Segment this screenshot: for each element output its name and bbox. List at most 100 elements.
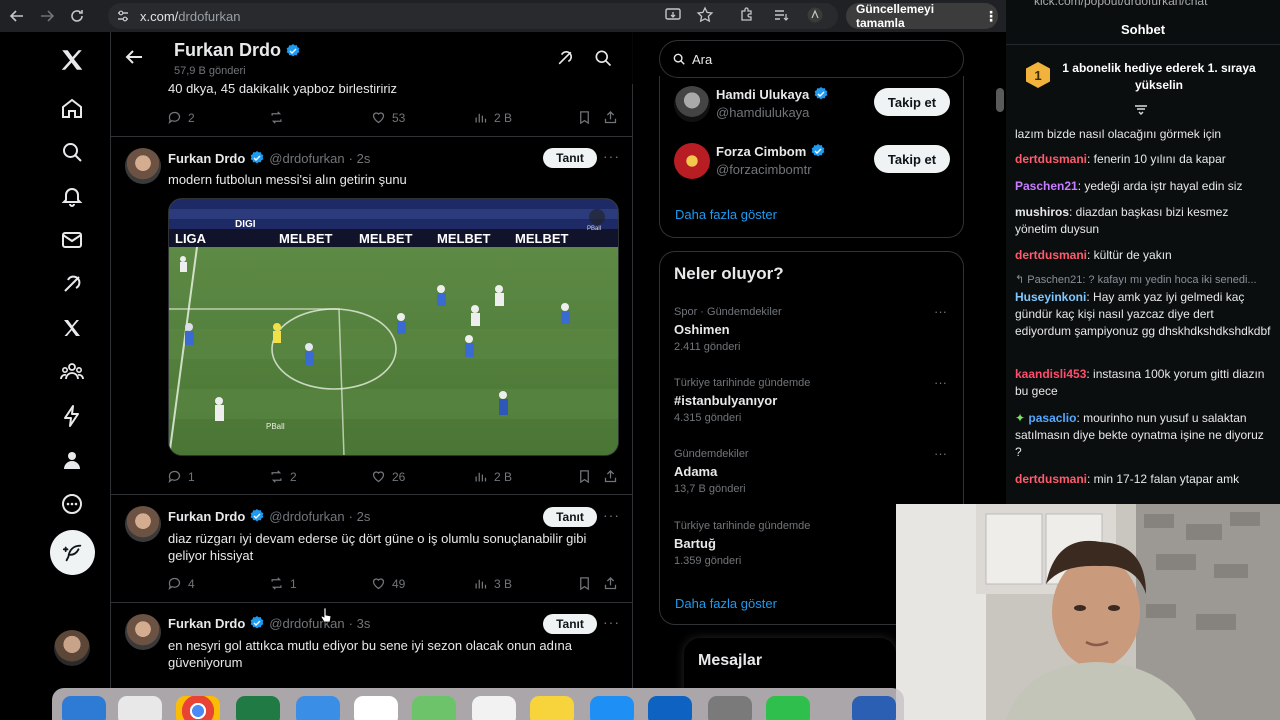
forward-button[interactable] [34,3,60,29]
x-logo-icon[interactable] [56,44,88,76]
back-arrow-icon[interactable] [123,46,145,73]
chat-message[interactable]: dertdusmani: fenerin 10 yılını da kapar [1015,151,1273,168]
chat-username[interactable]: Paschen21 [1015,179,1078,193]
share-action[interactable] [603,576,618,591]
gift-sub-banner[interactable]: 1 1 abonelik hediye ederek 1. sıraya yük… [1016,52,1270,102]
chat-username[interactable]: kaandisli453 [1015,367,1086,381]
repost-action[interactable]: 2 [269,469,297,484]
explore-search-icon[interactable] [56,136,88,168]
messages-drawer[interactable]: Mesajlar [684,638,896,688]
chat-username[interactable]: Huseyinkoni [1015,290,1086,304]
app-store-icon[interactable] [590,696,634,720]
share-action[interactable] [603,469,618,484]
search-input[interactable]: Ara [659,40,964,78]
more-circle-icon[interactable] [56,488,88,520]
profile-icon[interactable] [806,6,824,24]
maps-icon[interactable] [412,696,456,720]
more-options-icon[interactable]: ··· [603,507,620,523]
chat-username[interactable]: dertdusmani [1015,152,1087,166]
word-icon[interactable] [852,696,896,720]
tweet-avatar[interactable] [125,148,161,184]
finder-icon[interactable] [62,696,106,720]
repost-action[interactable] [269,110,284,125]
follow-suggestion[interactable]: Hamdi Ulukaya @hamdiulukaya Takip et [674,86,954,126]
reply-action[interactable]: 2 [167,110,195,125]
more-options-icon[interactable]: ··· [603,148,620,164]
follow-button[interactable]: Takip et [874,145,950,173]
tweet-author-name[interactable]: Furkan Drdo [168,509,245,524]
tweet-avatar[interactable] [125,614,161,650]
chat-message[interactable]: ↰ Paschen21: ? kafayı mı yedin hoca iki … [1015,272,1273,340]
chat-username[interactable]: dertdusmani [1015,248,1087,262]
user-name[interactable]: Forza Cimbom [716,143,826,159]
share-action[interactable] [603,110,618,125]
grok-icon[interactable] [56,268,88,300]
views-action[interactable]: 2 B [473,469,512,484]
extensions-icon[interactable] [738,6,756,24]
like-action[interactable]: 53 [371,110,405,125]
chat-username[interactable]: mushiros [1015,205,1069,219]
mail-icon[interactable] [296,696,340,720]
chat-message[interactable]: kaandisli453: instasına 100k yorum gitti… [1015,366,1273,400]
calendar-icon[interactable] [354,696,398,720]
chat-message[interactable]: dertdusmani: min 17-12 falan ytapar amk [1015,471,1273,488]
user-avatar[interactable] [674,86,710,122]
bookmark-star-icon[interactable] [696,6,714,24]
more-options-icon[interactable]: ··· [603,614,620,630]
views-action[interactable]: 3 B [473,576,512,591]
premium-x-icon[interactable] [56,312,88,344]
repost-action[interactable]: 1 [269,576,297,591]
outlook-icon[interactable] [648,696,692,720]
search-profile-icon[interactable] [593,48,613,73]
show-more-link[interactable]: Daha fazla göster [675,596,777,611]
like-action[interactable]: 26 [371,469,405,484]
follow-suggestion[interactable]: Forza Cimbom @forzacimbomtr Takip et [674,143,954,183]
tweet-author-name[interactable]: Furkan Drdo [168,151,245,166]
tweet-handle[interactable]: @drdofurkan [269,151,344,166]
tweet-video[interactable]: LIGA DIGI MELBET MELBET MELBET MELBET PB… [168,198,619,456]
update-chrome-button[interactable]: Güncellemeyi tamamla ⋮ [846,2,998,30]
like-action[interactable]: 49 [371,576,405,591]
views-action[interactable]: 2 B [473,110,512,125]
address-bar[interactable]: x.com/drdofurkan [108,3,838,29]
system-settings-icon[interactable] [708,696,752,720]
chat-message[interactable]: mushiros: diazdan başkası bizi kesmez yö… [1015,204,1273,238]
chat-message[interactable]: lazım bizde nasıl olacağını görmek için [1015,126,1273,143]
scroll-thumb[interactable] [996,88,1004,112]
chat-message[interactable]: dertdusmani: kültür de yakın [1015,247,1273,264]
tweet-handle[interactable]: @drdofurkan [269,616,344,631]
chrome-menu-icon[interactable]: ⋮ [984,8,998,25]
more-options-icon[interactable]: ··· [934,375,947,390]
verified-orgs-lightning-icon[interactable] [56,400,88,432]
more-options-icon[interactable]: ··· [934,304,947,319]
show-more-link[interactable]: Daha fazla göster [675,207,777,222]
chat-username[interactable]: pasaclio [1028,411,1076,425]
trend-item[interactable]: Spor · Gündemdekiler Oshimen 2.411 gönde… [674,304,954,353]
reply-action[interactable]: 1 [167,469,195,484]
install-app-icon[interactable] [664,6,682,24]
bookmark-action[interactable] [577,469,592,484]
back-button[interactable] [4,3,30,29]
tweet-time[interactable]: · 2s [349,151,371,166]
tweet-author-name[interactable]: Furkan Drdo [168,616,245,631]
reminders-icon[interactable] [472,696,516,720]
profile-person-icon[interactable] [56,444,88,476]
grok-header-icon[interactable] [555,48,575,73]
tweet-avatar[interactable] [125,506,161,542]
promote-button[interactable]: Tanıt [543,507,597,527]
trend-item[interactable]: Gündemdekiler Adama 13,7 B gönderi ··· [674,446,954,495]
bookmark-action[interactable] [577,576,592,591]
launchpad-icon[interactable] [118,696,162,720]
chat-message[interactable]: Paschen21: yedeği arda iştr hayal edin s… [1015,178,1273,195]
collapse-banner-icon[interactable] [1134,104,1148,118]
chrome-icon[interactable] [176,696,220,720]
compose-post-button[interactable] [50,530,95,575]
promote-button[interactable]: Tanıt [543,148,597,168]
home-icon[interactable] [56,92,88,124]
account-avatar[interactable] [54,630,90,666]
trend-item[interactable]: Türkiye tarihinde gündemde #istanbulyanı… [674,375,954,424]
notifications-bell-icon[interactable] [56,180,88,212]
chat-username[interactable]: dertdusmani [1015,472,1087,486]
promote-button[interactable]: Tanıt [543,614,597,634]
reply-action[interactable]: 4 [167,576,195,591]
